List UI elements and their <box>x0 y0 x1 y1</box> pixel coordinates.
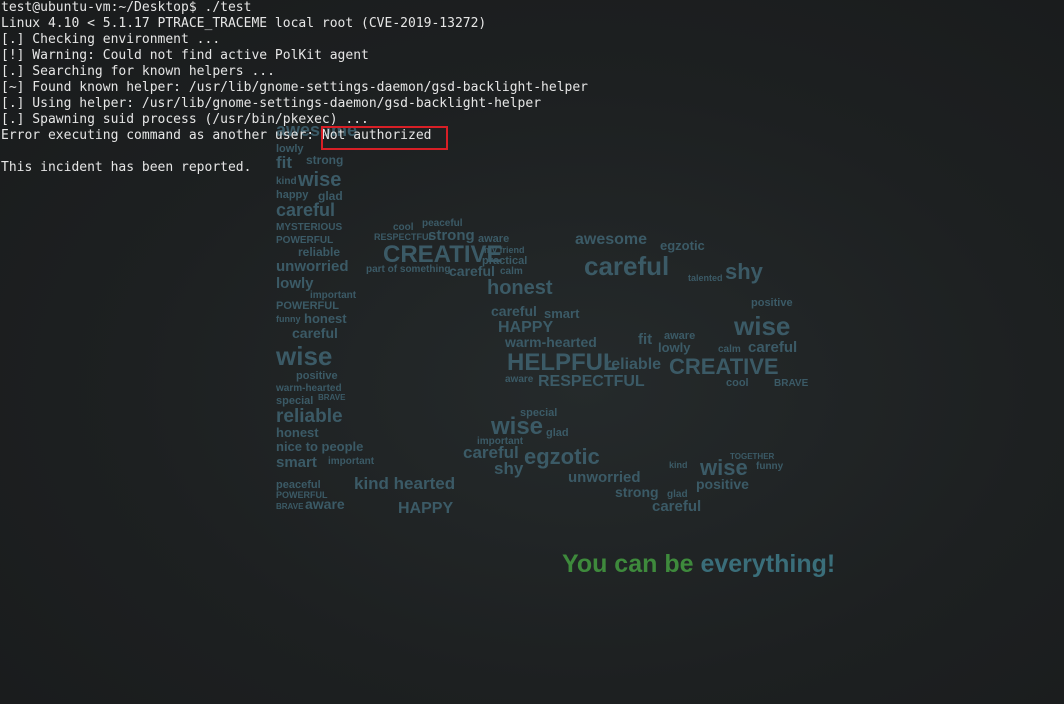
terminal-line: [~] Found known helper: /usr/lib/gnome-s… <box>1 80 588 95</box>
terminal-line: [.] Using helper: /usr/lib/gnome-setting… <box>1 96 542 111</box>
terminal-line: Linux 4.10 < 5.1.17 PTRACE_TRACEME local… <box>1 16 487 31</box>
terminal-line: This incident has been reported. <box>1 160 252 175</box>
not-authorized-highlight-box <box>321 126 448 150</box>
terminal-output: test@ubuntu-vm:~/Desktop$ ./test Linux 4… <box>0 0 1064 704</box>
terminal-line: [!] Warning: Could not find active PolKi… <box>1 48 369 63</box>
terminal-line-prompt: test@ubuntu-vm:~/Desktop$ ./test <box>1 0 252 15</box>
terminal-line: [.] Searching for known helpers ... <box>1 64 275 79</box>
terminal-line: [.] Checking environment ... <box>1 32 221 47</box>
terminal-line: [.] Spawning suid process (/usr/bin/pkex… <box>1 112 369 127</box>
